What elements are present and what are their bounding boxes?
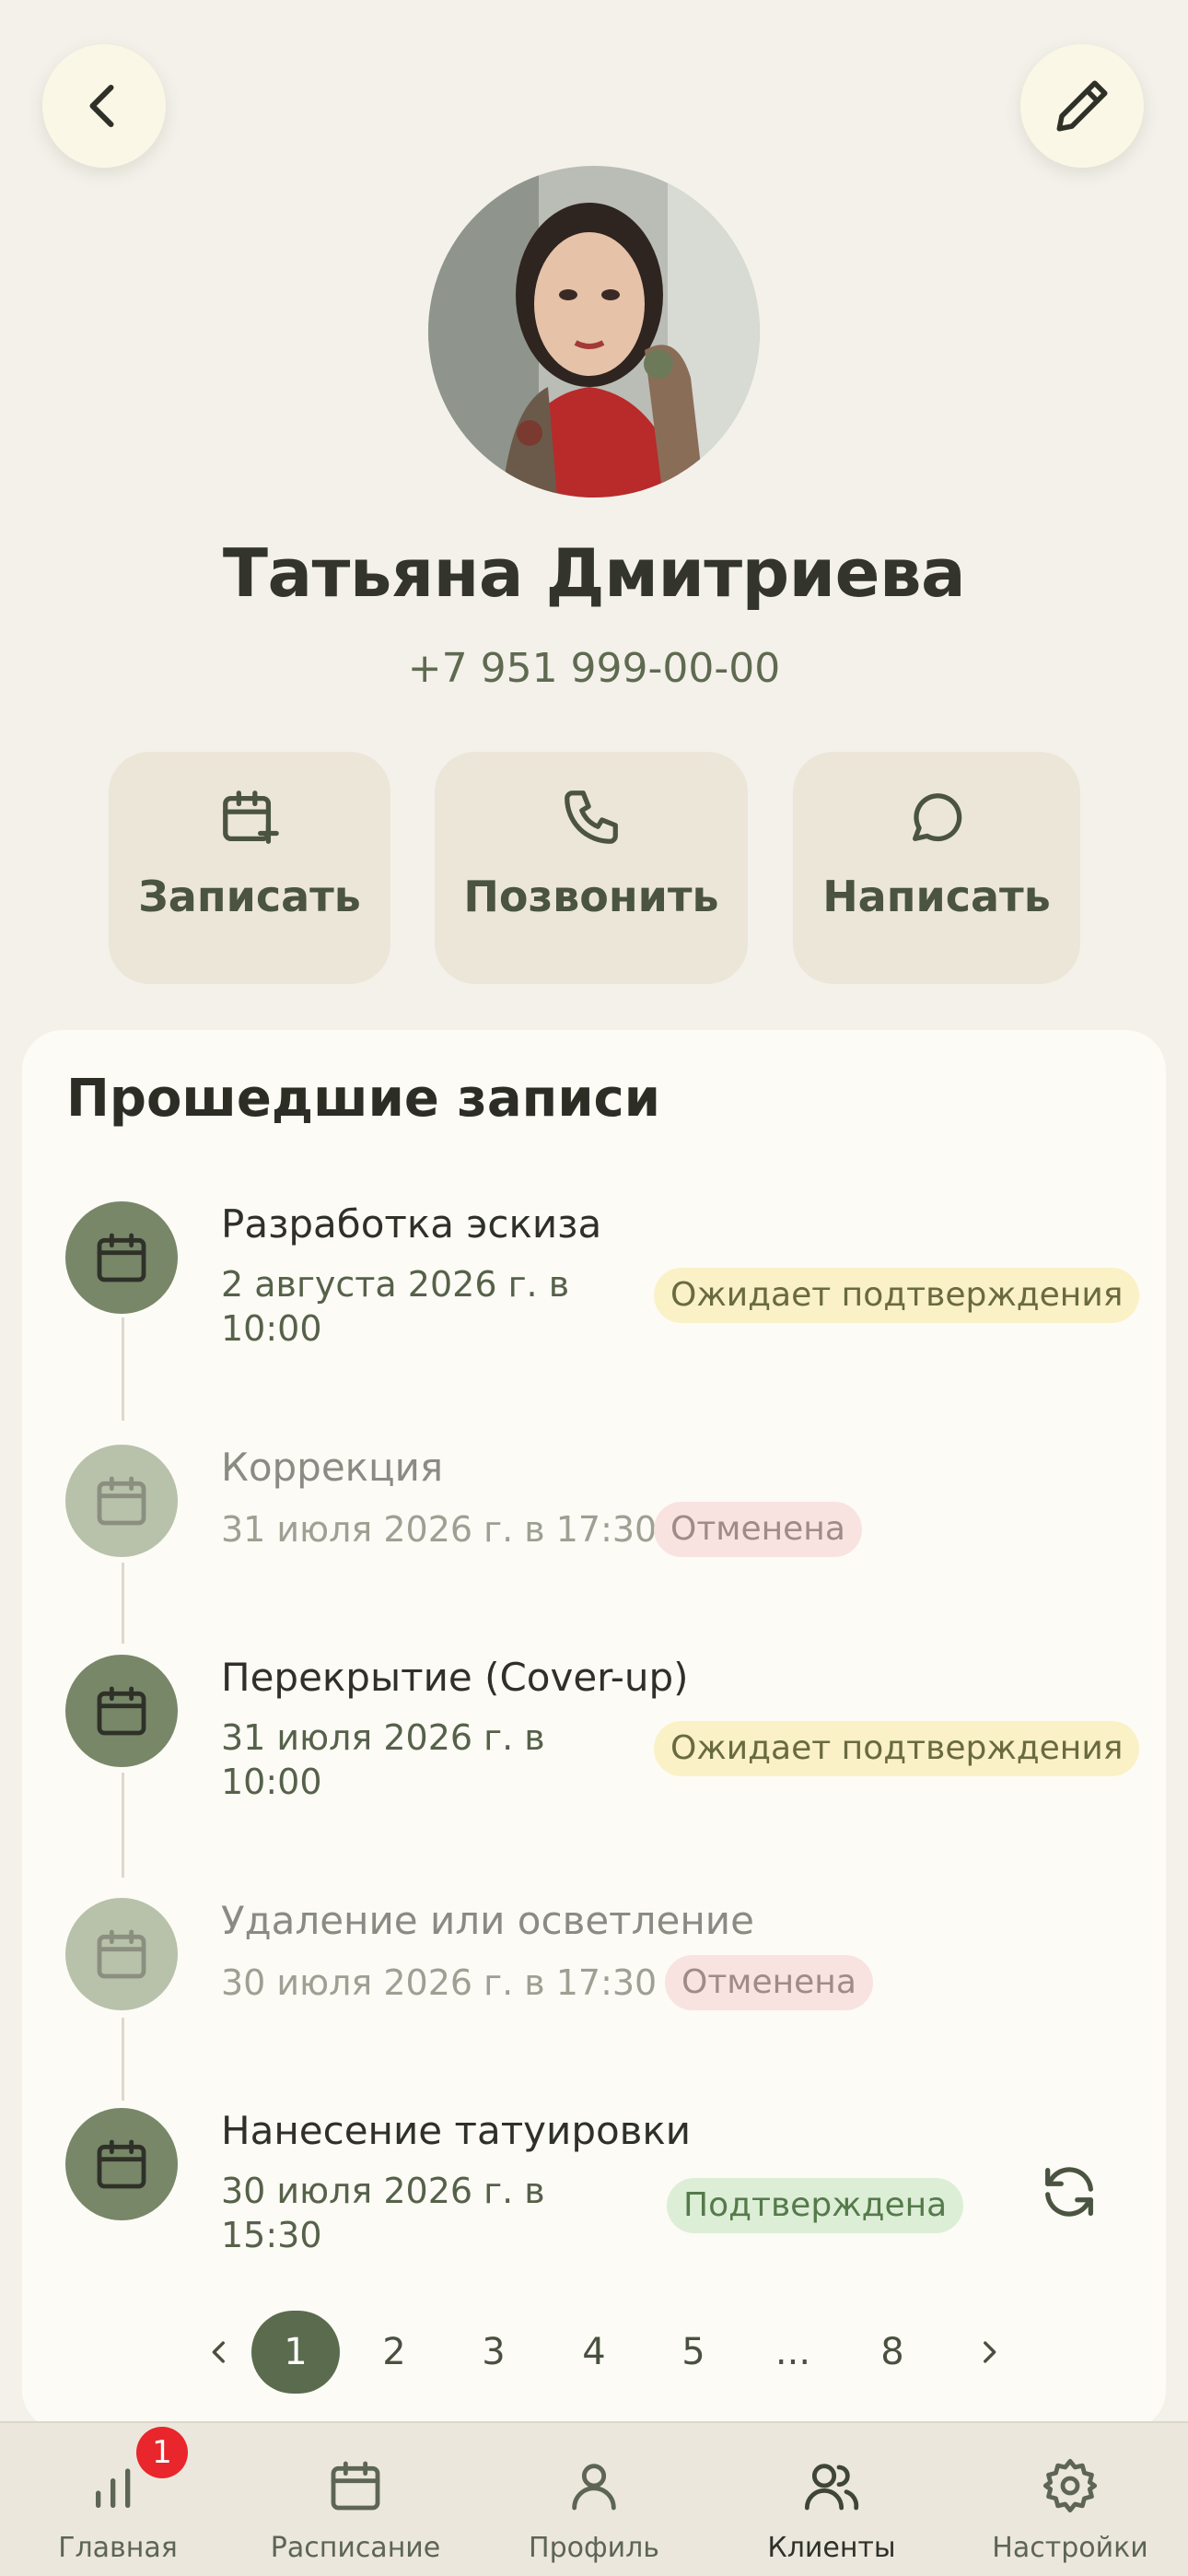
book-button[interactable]: Записать	[109, 752, 390, 984]
status-badge: Отменена	[654, 1502, 862, 1557]
tab-profile-label: Профиль	[529, 2532, 659, 2564]
refresh-icon	[1045, 2167, 1093, 2217]
page-4-button[interactable]: 4	[550, 2311, 638, 2394]
calendar-icon	[97, 1929, 146, 1979]
tab-schedule[interactable]: Расписание	[254, 2456, 457, 2564]
appointment-dot	[65, 1445, 178, 1557]
page-3-button[interactable]: 3	[449, 2311, 538, 2394]
next-page-button[interactable]	[945, 2311, 1033, 2394]
bar-chart-icon	[96, 2468, 131, 2508]
avatar	[428, 166, 760, 498]
repeat-button[interactable]	[1028, 2150, 1111, 2233]
phone-icon	[565, 790, 618, 844]
notification-badge: 1	[136, 2427, 188, 2478]
chat-bubble-icon	[913, 793, 962, 842]
user-icon	[572, 2464, 616, 2511]
tab-settings-label: Настройки	[992, 2532, 1148, 2564]
appointment-title: Коррекция	[221, 1445, 444, 1490]
prev-page-button[interactable]	[175, 2311, 263, 2394]
back-button[interactable]	[42, 44, 166, 168]
page-2-button[interactable]: 2	[350, 2311, 438, 2394]
timeline-connector	[122, 1317, 124, 1421]
client-photo	[428, 166, 760, 498]
appointment-dot	[65, 1655, 178, 1767]
timeline-connector	[122, 1773, 124, 1878]
calendar-plus-icon	[223, 790, 279, 844]
chevron-right-icon	[984, 2341, 996, 2363]
calendar-icon	[97, 1686, 146, 1736]
client-phone: +7 951 999-00-00	[407, 645, 781, 692]
appointment-dot	[65, 1898, 178, 2010]
chevron-left-icon	[212, 2341, 225, 2363]
client-name: Татьяна Дмитриева	[222, 534, 966, 612]
pencil-icon	[1056, 80, 1108, 132]
timeline-connector	[122, 2018, 124, 2101]
call-button[interactable]: Позвонить	[435, 752, 748, 984]
calendar-icon	[97, 1476, 146, 1526]
status-badge: Ожидает подтверждения	[654, 1268, 1140, 1323]
status-badge: Ожидает подтверждения	[654, 1721, 1140, 1776]
tab-profile[interactable]: Профиль	[493, 2456, 695, 2564]
calendar-icon	[331, 2461, 380, 2511]
call-label: Позвонить	[463, 872, 719, 921]
appointment-title: Удаление или осветление	[221, 1898, 754, 1943]
appointment-title: Нанесение татуировки	[221, 2108, 692, 2153]
appointment-date: 31 июля 2026 г. в 10:00	[221, 1717, 545, 1802]
page-5-button[interactable]: 5	[649, 2311, 738, 2394]
appointment-title: Разработка эскиза	[221, 1201, 602, 1247]
book-label: Записать	[138, 872, 361, 921]
status-badge: Отменена	[665, 1955, 873, 2010]
timeline-connector	[122, 1563, 124, 1644]
gear-icon	[1042, 2458, 1098, 2513]
appointment-date: 2 августа 2026 г. в 10:00	[221, 1264, 570, 1349]
users-icon	[804, 2464, 859, 2511]
page-8-button[interactable]: 8	[848, 2311, 937, 2394]
status-badge: Подтверждена	[667, 2178, 964, 2233]
edit-button[interactable]	[1020, 44, 1144, 168]
appointment-title: Перекрытие (Cover-up)	[221, 1655, 689, 1700]
page-ellipsis: ...	[775, 2331, 811, 2373]
calendar-icon	[97, 1233, 146, 1282]
tab-clients-label: Клиенты	[767, 2532, 896, 2564]
page-1-button[interactable]: 1	[251, 2311, 340, 2394]
tab-home-label: Главная	[58, 2532, 178, 2564]
appointment-dot	[65, 1201, 178, 1314]
tab-home[interactable]: Главная	[17, 2456, 219, 2564]
message-label: Написать	[822, 872, 1051, 921]
section-title: Прошедшие записи	[66, 1069, 660, 1129]
calendar-icon	[97, 2139, 146, 2189]
tab-settings[interactable]: Настройки	[969, 2456, 1171, 2564]
appointment-date: 30 июля 2026 г. в 17:30	[221, 1962, 658, 2003]
message-button[interactable]: Написать	[793, 752, 1080, 984]
appointment-dot	[65, 2108, 178, 2220]
tab-schedule-label: Расписание	[270, 2532, 441, 2564]
tab-clients[interactable]: Клиенты	[730, 2456, 933, 2564]
past-appointments-card: Прошедшие записи Разработка эскиза 2 авг…	[22, 1030, 1166, 2430]
appointment-date: 31 июля 2026 г. в 17:30	[221, 1509, 658, 1550]
chevron-left-icon	[89, 85, 114, 127]
pagination: 1 2 3 4 5 ... 8	[22, 2305, 1166, 2397]
appointment-date: 30 июля 2026 г. в 15:30	[221, 2171, 545, 2255]
